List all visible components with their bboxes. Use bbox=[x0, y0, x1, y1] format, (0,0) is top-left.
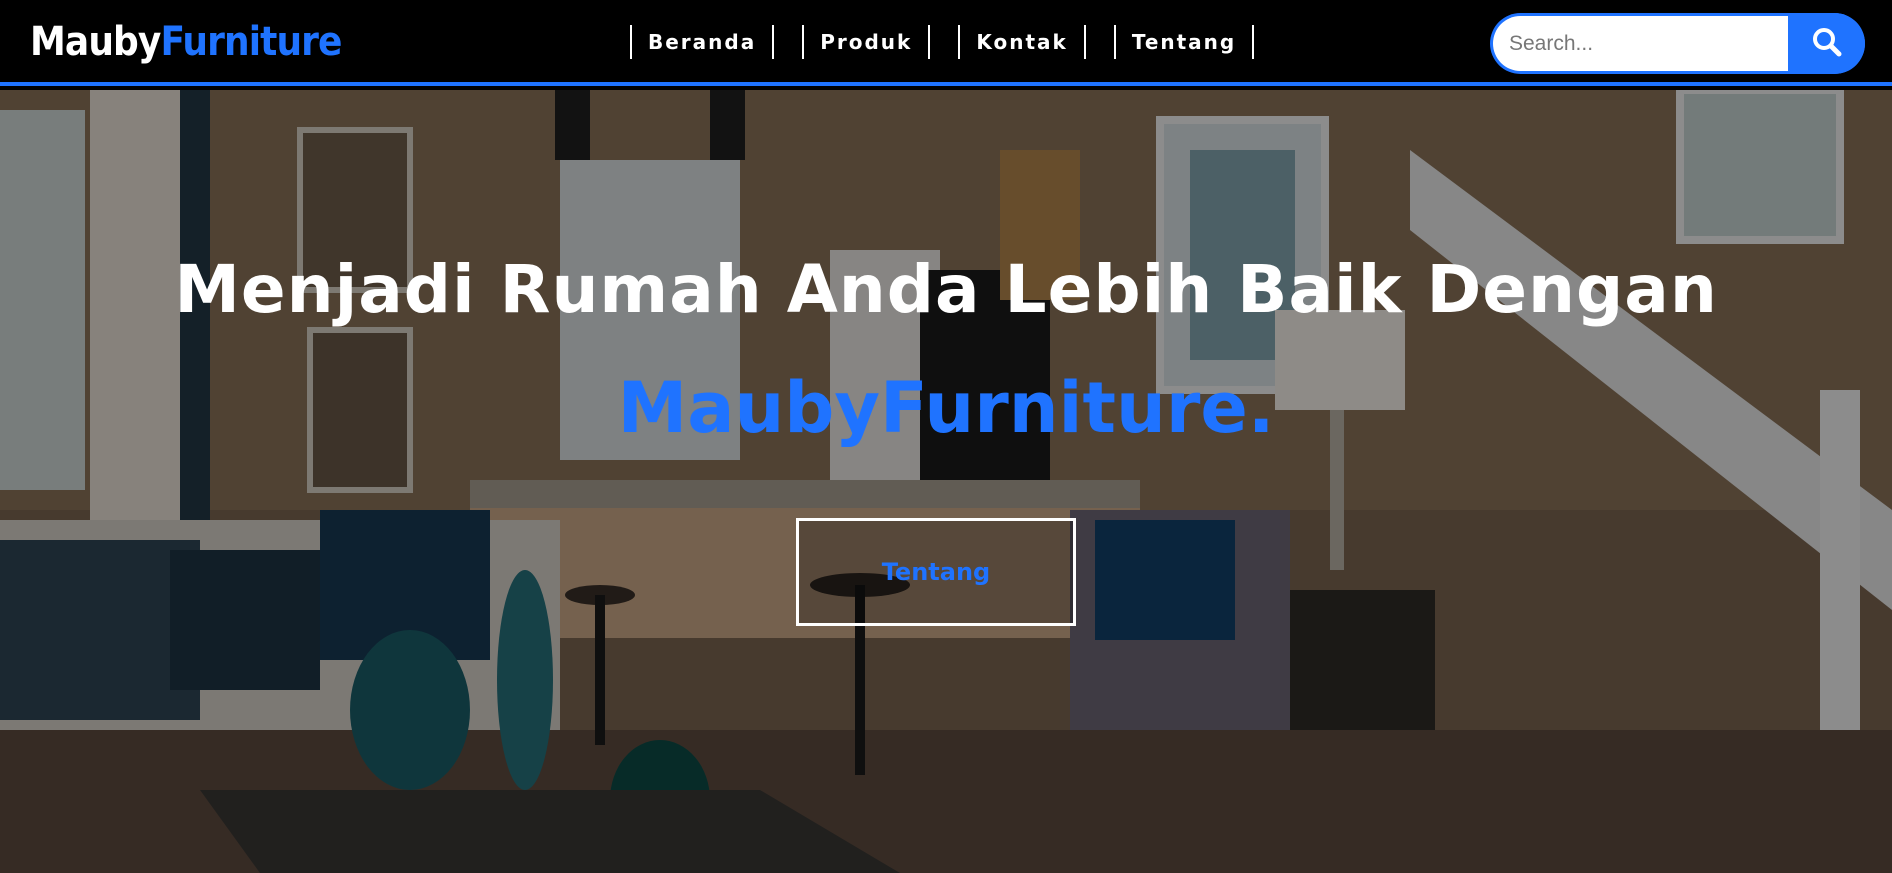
site-header: MaubyFurniture Beranda Produk Kontak Ten… bbox=[0, 0, 1892, 86]
logo-mauby: Mauby bbox=[30, 19, 161, 65]
main-nav: Beranda Produk Kontak Tentang bbox=[630, 24, 1282, 60]
search-button[interactable] bbox=[1788, 13, 1865, 74]
search-bar bbox=[1490, 13, 1865, 74]
search-input[interactable] bbox=[1493, 16, 1788, 71]
search-icon bbox=[1811, 26, 1843, 61]
nav-item-beranda[interactable]: Beranda bbox=[630, 25, 775, 59]
hero-overlay bbox=[0, 90, 1892, 873]
nav-item-kontak[interactable]: Kontak bbox=[958, 25, 1086, 59]
hero-title: Menjadi Rumah Anda Lebih Baik Dengan bbox=[174, 251, 1718, 328]
nav-item-tentang[interactable]: Tentang bbox=[1113, 25, 1255, 59]
hero-section: Menjadi Rumah Anda Lebih Baik Dengan Mau… bbox=[0, 90, 1892, 873]
logo-furniture: Furniture bbox=[160, 19, 342, 65]
hero-brand-name: MaubyFurniture. bbox=[617, 367, 1275, 449]
logo[interactable]: MaubyFurniture bbox=[30, 14, 342, 70]
tentang-button[interactable]: Tentang bbox=[796, 518, 1076, 626]
nav-item-produk[interactable]: Produk bbox=[802, 25, 931, 59]
